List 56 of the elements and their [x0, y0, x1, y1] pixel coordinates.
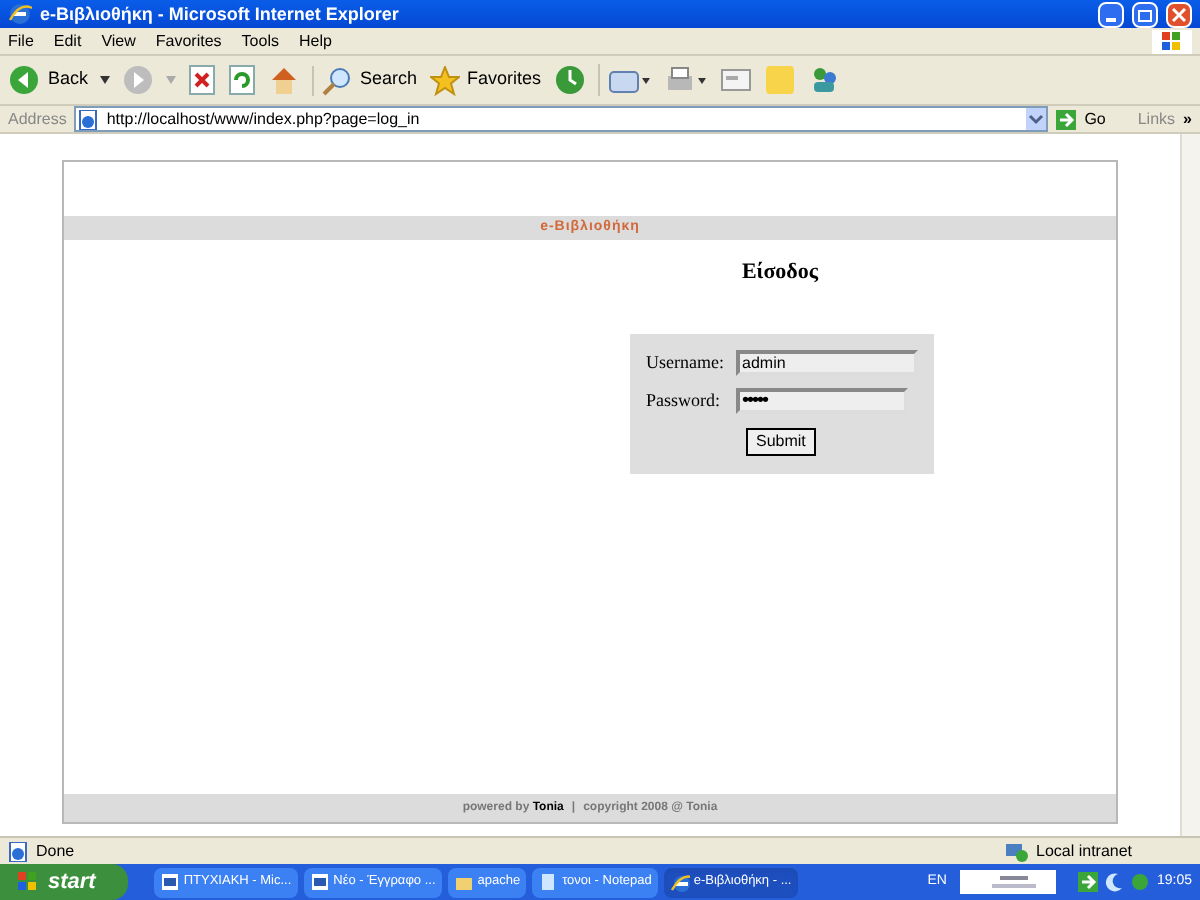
printer-icon[interactable] [663, 64, 708, 96]
close-button[interactable] [1166, 1, 1192, 27]
menu-item[interactable]: File [8, 29, 34, 53]
go-arrow-icon [1056, 109, 1077, 129]
address-field[interactable]: http://localhost/www/index.php?page=log_in [74, 106, 1049, 132]
edit-page-icon[interactable] [719, 64, 752, 96]
menu-item[interactable]: Help [298, 29, 332, 53]
doc-icon [309, 872, 330, 892]
refresh-icon[interactable] [228, 64, 257, 96]
window-title: e-Βιβλιοθήκη - Microsoft Internet Explorer [40, 5, 401, 23]
restore-icon [1138, 7, 1152, 21]
minimize-icon [1106, 17, 1116, 21]
windows-logo-icon [16, 870, 40, 894]
field-label: Username: [646, 349, 726, 375]
star-icon [429, 65, 460, 95]
home-icon[interactable] [268, 64, 301, 96]
submit-button[interactable]: Submit [746, 427, 816, 455]
start-button[interactable]: start [0, 864, 128, 900]
windows-logo-icon [1160, 29, 1184, 53]
page-icon [78, 109, 99, 129]
notepad-icon [538, 872, 559, 892]
minimize-button[interactable] [1098, 1, 1124, 27]
go-button[interactable]: Go [1056, 107, 1106, 131]
media-widget-icon[interactable] [960, 870, 1057, 894]
search-icon [322, 65, 353, 95]
menu-item[interactable]: Favorites [155, 29, 222, 53]
field-label: Password: [646, 388, 723, 414]
menu-item[interactable]: Tools [241, 29, 279, 53]
forward-icon[interactable] [122, 64, 155, 96]
browser-icon [8, 2, 32, 26]
page-icon [8, 841, 28, 861]
close-icon [1172, 7, 1186, 21]
restore-button[interactable] [1132, 1, 1158, 27]
zone-text: Local intranet [1036, 839, 1135, 863]
status-text: Done [36, 839, 77, 863]
network-icon[interactable] [1130, 872, 1151, 892]
menu-item[interactable]: View [101, 29, 136, 53]
dropdown-arrow-icon[interactable] [100, 76, 111, 84]
search-button[interactable]: Search [312, 65, 418, 95]
ie-icon [669, 872, 690, 892]
back-button[interactable]: Back [8, 64, 89, 96]
moon-icon[interactable] [1104, 872, 1125, 892]
doc-icon [159, 872, 180, 892]
folder-icon [453, 872, 474, 892]
scrollbar[interactable] [1180, 134, 1200, 836]
password-field[interactable]: ••••• [736, 388, 908, 415]
favorites-button[interactable]: Favorites [429, 65, 542, 95]
username-field[interactable]: admin [736, 349, 918, 376]
intranet-icon [1004, 839, 1028, 863]
address-label: Address [8, 107, 67, 131]
arrow-icon[interactable] [1078, 872, 1099, 892]
stop-icon[interactable] [188, 64, 217, 96]
menu-item[interactable]: Edit [53, 29, 82, 53]
chevron-button[interactable]: » [1183, 107, 1192, 131]
page-heading: Είσοδος [741, 258, 819, 288]
history-icon[interactable] [553, 64, 586, 96]
